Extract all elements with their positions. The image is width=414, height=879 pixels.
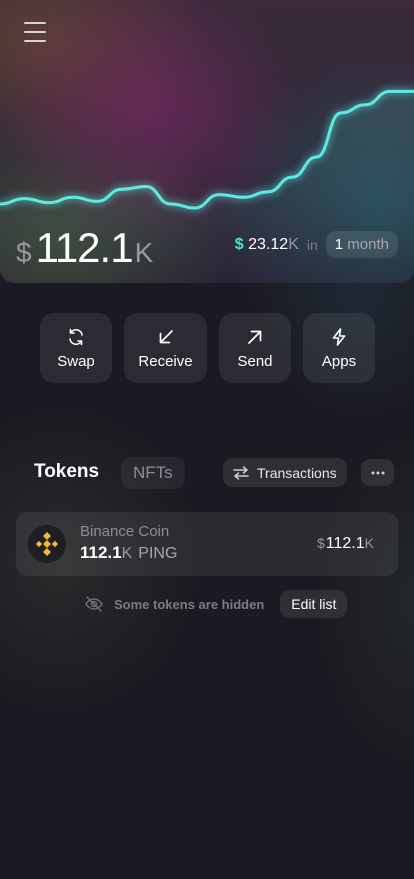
token-name: Binance Coin	[80, 523, 170, 540]
edit-list-button[interactable]: Edit list	[280, 590, 348, 618]
tab-nfts[interactable]: NFTs	[121, 457, 185, 489]
change-currency: $	[234, 235, 244, 253]
total-balance: $ 112.1 K	[16, 224, 153, 272]
send-label: Send	[237, 352, 273, 370]
asset-tabs: Tokens NFTs Transactions	[16, 455, 398, 491]
hidden-tokens-text: Some tokens are hidden	[114, 596, 265, 612]
swap-icon	[69, 328, 83, 345]
apps-label: Apps	[321, 352, 357, 370]
hidden-tokens-notice: Some tokens are hidden Edit list	[84, 590, 348, 618]
token-amount-unit: K	[121, 545, 133, 562]
token-amount-value: 112.1	[80, 543, 122, 562]
binance-icon	[28, 525, 66, 563]
token-value-unit: K	[364, 535, 374, 551]
transactions-button[interactable]: Transactions	[223, 458, 347, 487]
balance-currency: $	[16, 237, 32, 268]
token-symbol: PING	[138, 545, 178, 562]
change-value: 23.12	[248, 235, 289, 253]
swap-label: Swap	[57, 352, 95, 370]
receive-label: Receive	[138, 352, 193, 370]
transactions-label: Transactions	[257, 464, 337, 481]
action-buttons: Swap Receive Send Apps	[40, 313, 375, 383]
token-amount: 112.1 K PING	[80, 543, 177, 563]
lightning-icon	[332, 327, 346, 346]
apps-button[interactable]: Apps	[303, 313, 375, 383]
change-unit: K	[288, 235, 299, 253]
balance-hero: $ 112.1 K $ 23.12K in 1 month	[0, 0, 414, 283]
period-unit: month	[347, 236, 389, 253]
tab-tokens[interactable]: Tokens	[34, 461, 99, 483]
eye-off-icon	[85, 596, 103, 612]
more-dots-icon	[371, 471, 384, 474]
change-in-label: in	[306, 236, 318, 253]
swap-button[interactable]: Swap	[40, 313, 112, 383]
token-value-currency: $	[317, 535, 325, 551]
period-selector[interactable]: 1 month	[325, 231, 398, 258]
arrow-down-left-icon	[159, 329, 173, 343]
token-fiat-value: $112.1 K	[317, 535, 374, 553]
period-value: 1	[334, 236, 344, 253]
send-button[interactable]: Send	[219, 313, 291, 383]
balance-change: $ 23.12K in 1 month	[235, 231, 398, 258]
token-row[interactable]: Binance Coin 112.1 K PING $112.1 K	[16, 512, 398, 576]
token-value: 112.1	[325, 535, 365, 552]
swap-arrows-icon	[233, 465, 249, 480]
balance-value: 112.1	[35, 224, 134, 271]
arrow-up-right-icon	[248, 330, 262, 344]
balance-unit: K	[134, 237, 154, 268]
more-options-button[interactable]	[361, 459, 394, 486]
receive-button[interactable]: Receive	[124, 313, 207, 383]
